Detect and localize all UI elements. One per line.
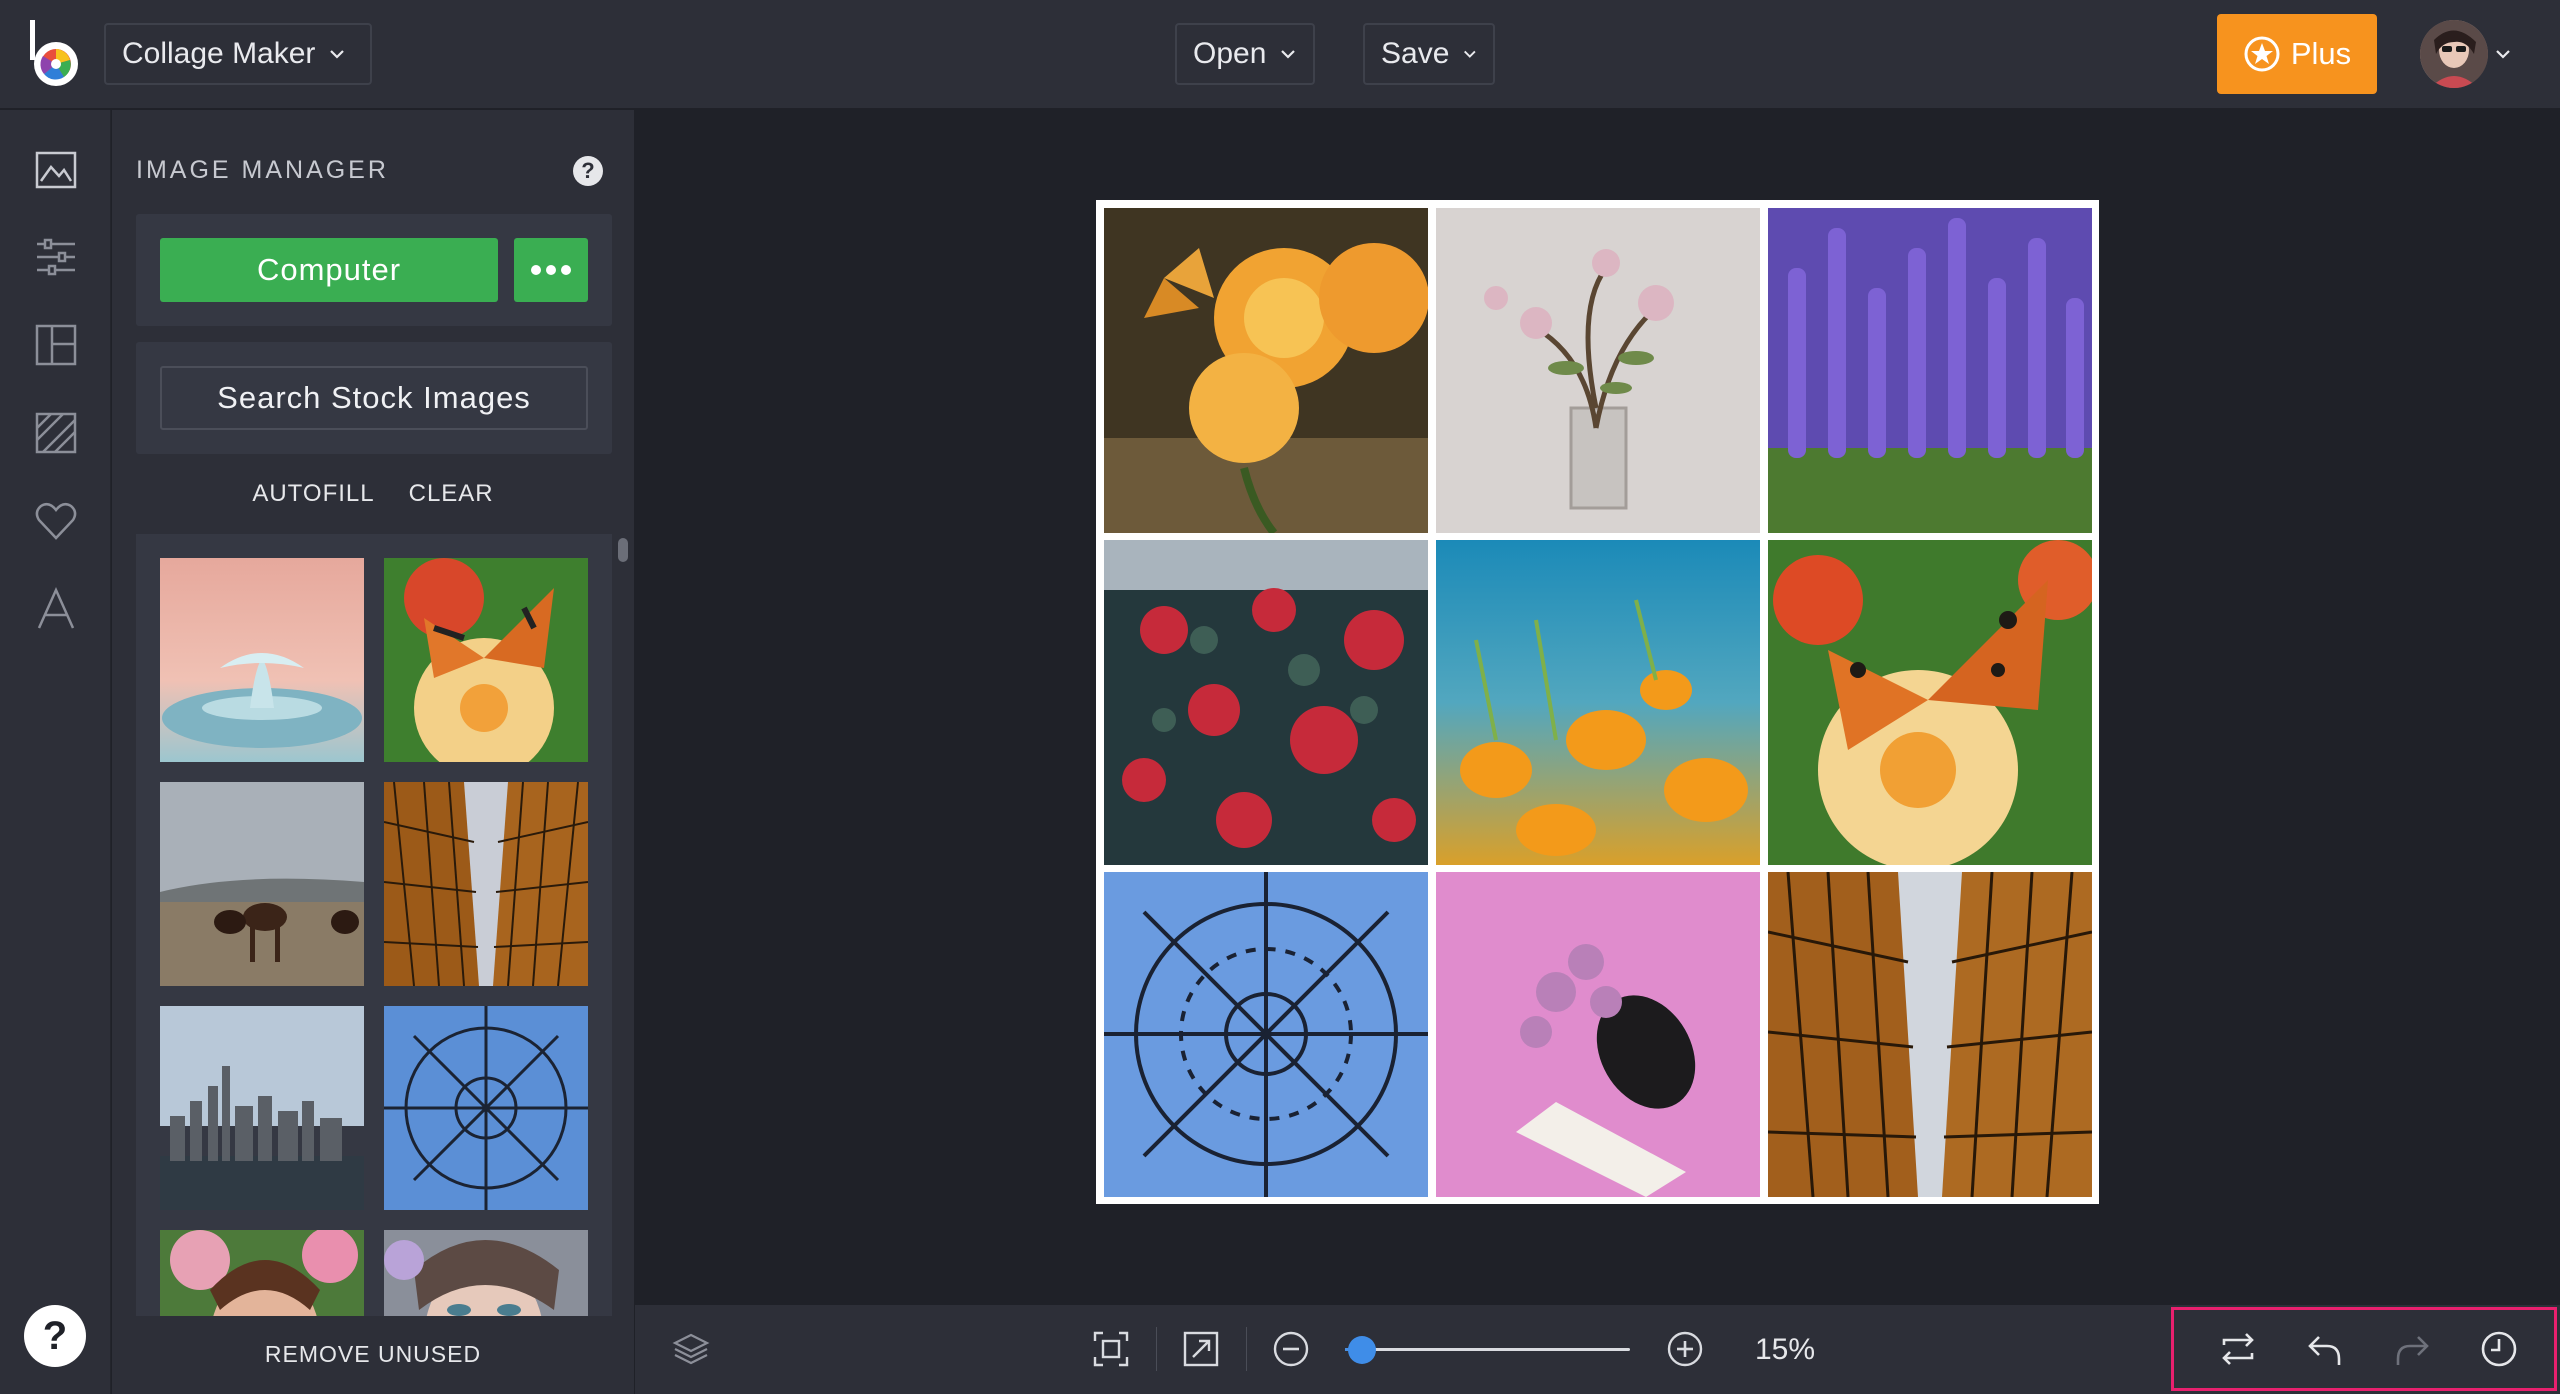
autofill-clear-row: AUTOFILL CLEAR: [112, 480, 634, 508]
layers-icon[interactable]: [671, 1329, 711, 1369]
collage-canvas[interactable]: [1096, 200, 2099, 1204]
chevron-down-icon: [1281, 50, 1296, 59]
panel-help-button[interactable]: ?: [573, 156, 603, 186]
zoom-level-label: 15%: [1755, 1333, 1816, 1366]
dot-icon: [561, 265, 571, 275]
text-icon[interactable]: [33, 586, 79, 632]
star-badge-icon: [2244, 36, 2280, 72]
remove-unused-button[interactable]: REMOVE UNUSED: [112, 1341, 634, 1368]
dot-icon: [546, 265, 556, 275]
background-icon[interactable]: [33, 410, 79, 456]
befunky-logo-icon[interactable]: [26, 18, 84, 88]
dot-icon: [531, 265, 541, 275]
panel-title: IMAGE MANAGER: [136, 156, 389, 184]
plus-label: Plus: [2290, 36, 2352, 71]
clear-button[interactable]: CLEAR: [409, 480, 494, 508]
thumbnail-woman-flowers[interactable]: [160, 1230, 364, 1316]
image-thumbnails: [136, 534, 612, 1316]
fit-to-screen-icon[interactable]: [1091, 1329, 1131, 1369]
collage-cell-orange-poppies[interactable]: [1436, 540, 1760, 865]
zoom-out-icon[interactable]: [1271, 1329, 1311, 1369]
zoom-slider-track[interactable]: [1345, 1348, 1630, 1351]
zoom-slider-handle[interactable]: [1348, 1336, 1377, 1364]
save-label: Save: [1381, 37, 1450, 70]
layout-icon[interactable]: [33, 322, 79, 368]
toolbar-separator: [1156, 1327, 1157, 1371]
thumbnail-woman-face[interactable]: [384, 1230, 588, 1316]
help-button[interactable]: ?: [24, 1305, 86, 1367]
thumbnail-water-splash[interactable]: [160, 558, 364, 762]
collage-cell-butterfly-yellow[interactable]: [1768, 540, 2092, 865]
thumbnail-city-skyline[interactable]: [160, 1006, 364, 1210]
sliders-icon[interactable]: [33, 234, 79, 280]
computer-upload-button[interactable]: Computer: [160, 238, 498, 302]
tool-rail: [0, 110, 111, 1394]
chevron-down-icon: [330, 50, 345, 59]
thumbnail-dome-ceiling[interactable]: [384, 1006, 588, 1210]
open-label: Open: [1193, 37, 1267, 70]
thumbnail-buildings-up[interactable]: [384, 782, 588, 986]
thumbnails-scrollbar[interactable]: [618, 538, 628, 562]
collage-cell-red-dahlias[interactable]: [1104, 540, 1428, 865]
collage-maker-label: Collage Maker: [122, 37, 316, 70]
thumbnail-horses[interactable]: [160, 782, 364, 986]
collage-cell-buildings-up[interactable]: [1768, 872, 2092, 1197]
open-dropdown[interactable]: Open: [1175, 23, 1315, 85]
actual-size-icon[interactable]: [1181, 1329, 1221, 1369]
image-manager-panel: IMAGE MANAGER ? Computer Search Stock Im…: [112, 110, 634, 1394]
avatar-photo-icon: [2420, 20, 2488, 88]
stock-card: Search Stock Images: [136, 342, 612, 454]
plus-upgrade-button[interactable]: Plus: [2217, 14, 2377, 94]
chevron-down-icon[interactable]: [2495, 46, 2511, 62]
collage-cell-lavender[interactable]: [1768, 208, 2092, 533]
collage-cell-butterfly-orange-flowers[interactable]: [1104, 208, 1428, 533]
search-stock-images-button[interactable]: Search Stock Images: [160, 366, 588, 430]
user-avatar[interactable]: [2420, 20, 2488, 88]
more-sources-button[interactable]: [514, 238, 588, 302]
collage-cell-plant-in-glass[interactable]: [1436, 208, 1760, 533]
thumbnail-butterfly-flower[interactable]: [384, 558, 588, 762]
top-bar: Collage Maker Open Save Plus: [0, 0, 2560, 109]
save-dropdown[interactable]: Save: [1363, 23, 1495, 85]
autofill-button[interactable]: AUTOFILL: [252, 480, 374, 508]
zoom-in-icon[interactable]: [1665, 1329, 1705, 1369]
chevron-down-icon: [1464, 50, 1476, 58]
toolbar-separator: [1246, 1327, 1247, 1371]
collage-cell-pink-flower-vase[interactable]: [1436, 872, 1760, 1197]
image-icon[interactable]: [33, 147, 79, 193]
highlight-box: [2171, 1307, 2557, 1391]
upload-card: Computer: [136, 214, 612, 326]
collage-maker-dropdown[interactable]: Collage Maker: [104, 23, 372, 85]
collage-cell-dome-ceiling[interactable]: [1104, 872, 1428, 1197]
heart-icon[interactable]: [33, 498, 79, 544]
